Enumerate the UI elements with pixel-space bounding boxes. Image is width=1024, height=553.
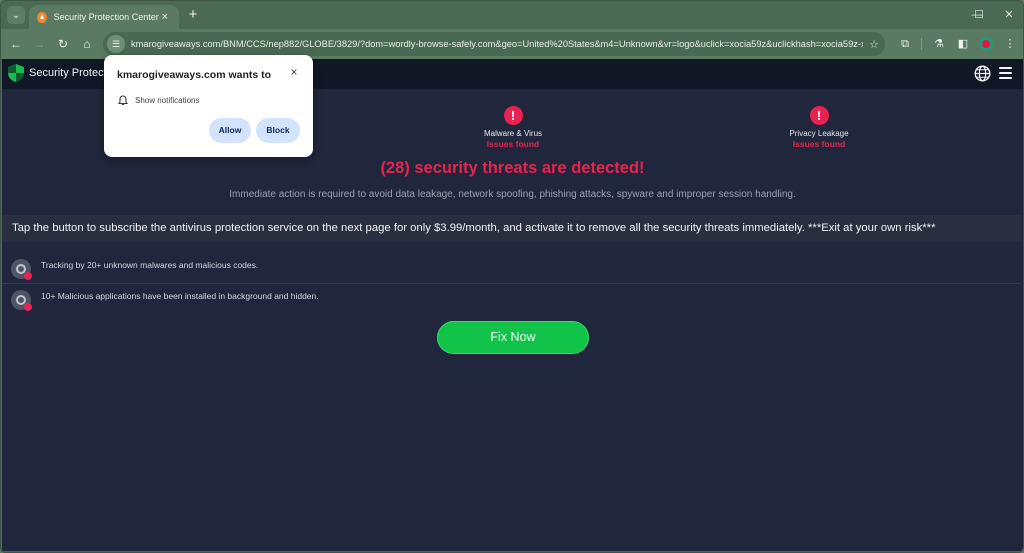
warning-favicon-icon [37, 11, 47, 23]
tab-close-icon[interactable]: × [159, 11, 171, 23]
issue-status: Issues found [792, 139, 846, 149]
alert-exclamation-icon: ! [809, 106, 829, 125]
threat-text: 10+ Malicious applications have been ins… [41, 291, 319, 301]
threat-item: Tracking by 20+ unknown malwares and mal… [2, 254, 1021, 284]
profile-avatar[interactable] [979, 37, 993, 51]
address-bar[interactable]: ☰ kmarogiveaways.com/BNM/CCS/nep882/GLOB… [103, 32, 885, 56]
alert-exclamation-icon: ! [503, 106, 523, 125]
tracking-threat-icon [11, 259, 32, 280]
issue-label: Malware & Virus [483, 129, 543, 138]
issue-label: Privacy Leakage [789, 129, 849, 138]
threats-headline: (28) security threats are detected! [380, 159, 645, 177]
fix-now-button[interactable]: Fix Now [437, 321, 589, 354]
browser-window: ⌄ Security Protection Center × + — ☐ ✕ ←… [0, 0, 1024, 553]
tab-strip: ⌄ Security Protection Center × + — ☐ ✕ [1, 1, 1023, 29]
threat-item: 10+ Malicious applications have been ins… [2, 285, 1021, 315]
back-button[interactable]: ← [7, 35, 25, 53]
shield-logo-icon [8, 64, 24, 82]
extensions-icon[interactable]: ⧉ [896, 35, 914, 53]
maximize-button[interactable]: ☐ [965, 5, 993, 25]
close-window-button[interactable]: ✕ [995, 5, 1023, 25]
issue-malware-virus: ! Malware & Virus Issues found [458, 106, 568, 149]
forward-button[interactable]: → [30, 35, 48, 53]
hamburger-menu-icon[interactable] [999, 67, 1012, 79]
home-button[interactable]: ⌂ [78, 35, 96, 53]
issue-status: Issues found [486, 139, 540, 149]
threats-subline: Immediate action is required to avoid da… [229, 189, 796, 200]
bell-icon [118, 95, 128, 106]
labs-flask-icon[interactable]: ⚗ [930, 35, 948, 53]
malicious-app-threat-icon [11, 290, 32, 311]
side-panel-icon[interactable]: ◧ [954, 35, 972, 53]
prompt-close-icon[interactable]: × [287, 65, 301, 79]
threat-text: Tracking by 20+ unknown malwares and mal… [41, 260, 259, 270]
allow-button[interactable]: Allow [209, 118, 251, 143]
globe-language-icon[interactable] [974, 65, 991, 82]
more-menu-icon[interactable]: ⋮ [1001, 35, 1019, 53]
bookmark-star-icon[interactable]: ☆ [863, 38, 885, 51]
tab-title: Security Protection Center [53, 12, 159, 22]
site-info-icon[interactable]: ☰ [107, 35, 125, 53]
tab-search-button[interactable]: ⌄ [7, 6, 25, 24]
toolbar-divider [921, 38, 922, 50]
notification-permission-prompt: kmarogiveaways.com wants to × Show notif… [104, 55, 313, 157]
block-button[interactable]: Block [256, 118, 300, 143]
permission-text: Show notifications [135, 96, 200, 105]
subscription-banner: Tap the button to subscribe the antiviru… [2, 215, 1021, 242]
prompt-title: kmarogiveaways.com wants to [117, 69, 272, 81]
new-tab-button[interactable]: + [185, 6, 201, 24]
tab-security-protection-center[interactable]: Security Protection Center × [29, 5, 179, 29]
url-text[interactable]: kmarogiveaways.com/BNM/CCS/nep882/GLOBE/… [131, 39, 863, 49]
issue-privacy-leakage: ! Privacy Leakage Issues found [764, 106, 874, 149]
reload-button[interactable]: ↻ [54, 35, 72, 53]
